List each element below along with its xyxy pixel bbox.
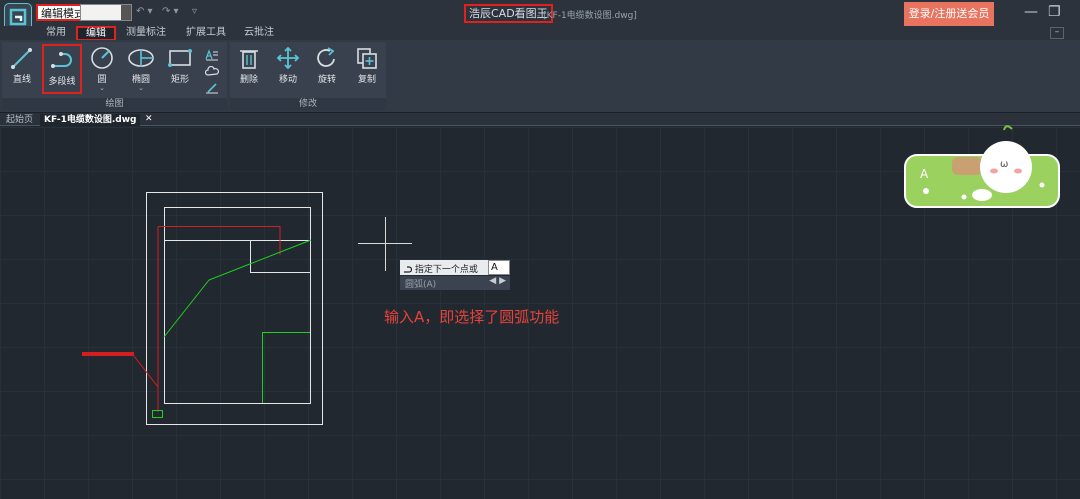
- login-register-button[interactable]: 登录/注册送会员: [904, 2, 994, 26]
- command-prompt: 指定下一个点或: [403, 262, 478, 275]
- command-prompt-text: 指定下一个点或: [414, 265, 478, 275]
- red-label-box: [82, 352, 134, 356]
- arc-option[interactable]: 圆弧(A): [405, 277, 436, 290]
- undo-button[interactable]: ↶ ▾: [136, 6, 153, 17]
- window-file-title: - [KF-1电缆数设图.dwg]: [537, 11, 637, 21]
- line-icon: [11, 48, 32, 69]
- tab-measure[interactable]: 测量标注: [126, 26, 166, 40]
- sketch-tool-button[interactable]: [205, 79, 219, 94]
- polyline-icon: [51, 52, 72, 68]
- quick-access-menu-button[interactable]: ▿: [192, 6, 197, 17]
- ellipse-icon: [128, 49, 154, 67]
- rotate-tool-button[interactable]: 旋转: [307, 44, 347, 92]
- polyline-tool-label: 多段线: [48, 77, 76, 87]
- command-prompt-row: 指定下一个点或 A: [400, 260, 510, 275]
- restore-button[interactable]: ❐: [1048, 4, 1061, 20]
- draw-group-label: 绘图: [2, 98, 227, 110]
- mode-dropdown[interactable]: [80, 4, 132, 21]
- minimize-button[interactable]: —: [1024, 4, 1038, 20]
- command-input-popup: 指定下一个点或 A 圆弧(A) ◀ ▶: [400, 260, 510, 290]
- line-tool-label: 直线: [12, 75, 31, 85]
- modify-group-label: 修改: [230, 98, 386, 110]
- rotate-icon: [317, 47, 335, 67]
- tab-common[interactable]: 常用: [46, 26, 66, 40]
- copy-tool-button[interactable]: 复制: [347, 44, 387, 92]
- move-tool-button[interactable]: 移动: [268, 44, 308, 92]
- text-icon: [205, 49, 218, 61]
- line-tool-button[interactable]: 直线: [2, 44, 42, 92]
- tab-document[interactable]: KF-1电缆数设图.dwg: [40, 114, 141, 126]
- move-icon: [276, 46, 300, 70]
- tab-edit[interactable]: 编辑: [76, 26, 116, 41]
- delete-tool-label: 删除: [239, 75, 258, 85]
- mascot-face: ω: [1000, 159, 1009, 170]
- ellipse-tool-button[interactable]: 椭圆 ⌄: [121, 44, 161, 92]
- text-tool-button[interactable]: [205, 46, 219, 61]
- circle-tool-button[interactable]: 圆 ⌄: [82, 44, 122, 92]
- mascot-widget[interactable]: A ω: [904, 125, 1060, 210]
- instruction-annotation: 输入A，即选择了圆弧功能: [384, 308, 560, 326]
- outer-frame: [146, 192, 323, 425]
- chevron-down-icon[interactable]: ⌄: [82, 85, 122, 92]
- copy-tool-label: 复制: [357, 75, 376, 85]
- command-value-input[interactable]: A: [488, 260, 510, 275]
- mascot-letter: A: [920, 167, 929, 181]
- revision-cloud-tool-button[interactable]: [204, 63, 219, 76]
- rectangle-icon: [168, 49, 192, 67]
- app-window: 编辑模式 ↶ ▾ ↷ ▾ ▿ 浩辰CAD看图王 - [KF-1电缆数设图.dwg…: [0, 0, 1080, 499]
- rotate-tool-label: 旋转: [317, 75, 336, 85]
- polyline-icon: [404, 265, 413, 273]
- command-options-row: 圆弧(A) ◀ ▶: [400, 276, 510, 290]
- chevron-down-icon: [121, 5, 131, 20]
- tab-start-page[interactable]: 起始页: [6, 114, 33, 126]
- polyline-tool-button[interactable]: 多段线: [42, 44, 82, 94]
- close-icon[interactable]: ✕: [145, 114, 153, 124]
- red-polyline: [157, 226, 281, 412]
- inner-frame: [164, 207, 311, 404]
- tab-extend-tools[interactable]: 扩展工具: [186, 26, 226, 40]
- green-polyline: [163, 239, 312, 338]
- rectangle-tool-button[interactable]: 矩形: [160, 44, 200, 92]
- move-tool-label: 移动: [278, 75, 297, 85]
- circle-icon: [91, 47, 113, 69]
- copy-icon: [357, 48, 377, 69]
- tab-cloud-annotation[interactable]: 云批注: [244, 26, 274, 40]
- rectangle-tool-label: 矩形: [170, 75, 189, 85]
- cloud-icon: [204, 65, 219, 76]
- green-box: [262, 332, 310, 403]
- option-nav-arrows[interactable]: ◀ ▶: [489, 276, 506, 286]
- ribbon-minimize-button[interactable]: –: [1050, 27, 1064, 39]
- redo-button[interactable]: ↷ ▾: [162, 6, 179, 17]
- pencil-icon: [206, 83, 218, 94]
- chevron-down-icon[interactable]: ⌄: [121, 85, 161, 92]
- trash-icon: [240, 50, 258, 69]
- delete-tool-button[interactable]: 删除: [229, 44, 269, 92]
